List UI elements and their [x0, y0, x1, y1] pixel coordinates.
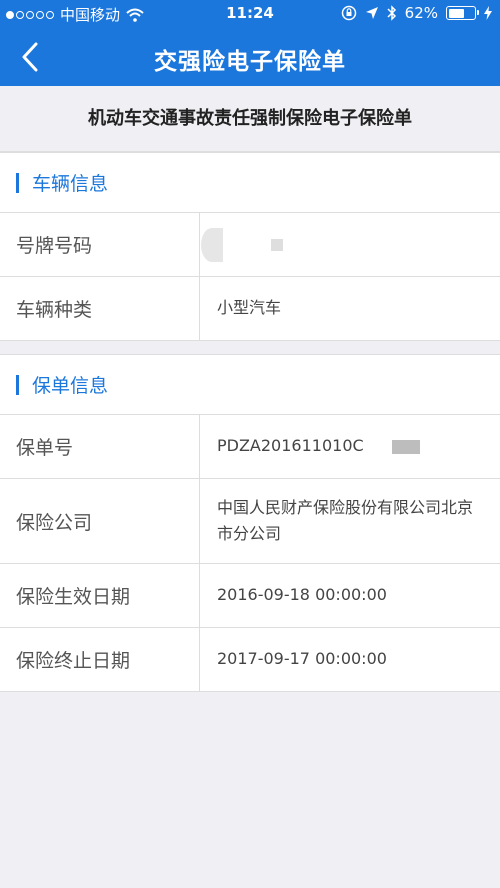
field-label: 号牌号码 — [0, 213, 200, 276]
page-title: 交强险电子保险单 — [154, 49, 346, 75]
field-label: 保单号 — [0, 415, 200, 478]
navigation-bar: 交强险电子保险单 — [0, 28, 500, 86]
section-accent-bar — [16, 173, 19, 193]
document-title: 机动车交通事故责任强制保险电子保险单 — [0, 86, 500, 152]
section-header-policy: 保单信息 — [0, 355, 500, 415]
field-value: 2017-09-17 00:00:00 — [217, 649, 387, 669]
table-row: 保险生效日期 2016-09-18 00:00:00 — [0, 564, 500, 628]
status-bar: 中国移动 11:24 62% — [0, 0, 500, 28]
location-arrow-icon — [365, 7, 378, 19]
field-value: 中国人民财产保险股份有限公司北京市分公司 — [217, 497, 474, 543]
field-value: 2016-09-18 00:00:00 — [217, 585, 387, 605]
rotation-lock-icon — [341, 5, 356, 21]
field-value: 小型汽车 — [217, 298, 282, 318]
redaction-blur — [201, 227, 223, 262]
section-header-vehicle: 车辆信息 — [0, 153, 500, 213]
redaction-blur — [391, 439, 420, 454]
section-title-policy: 保单信息 — [32, 375, 109, 397]
vehicle-info-card: 车辆信息 号牌号码 车辆种类 小型汽车 — [0, 152, 500, 341]
table-row: 保险终止日期 2017-09-17 00:00:00 — [0, 628, 500, 691]
table-row: 车辆种类 小型汽车 — [0, 277, 500, 340]
field-label: 保险终止日期 — [0, 628, 200, 691]
battery-percent: 62% — [404, 4, 438, 22]
field-label: 保险公司 — [0, 479, 200, 563]
status-icons: 62% — [341, 4, 492, 22]
bluetooth-icon — [387, 5, 396, 21]
table-row: 保险公司 中国人民财产保险股份有限公司北京市分公司 — [0, 479, 500, 564]
field-value-policy-number: PDZA201611010C — [200, 415, 500, 478]
policy-info-card: 保单信息 保单号 PDZA201611010C 保险公司 中国人民财产保险股份有… — [0, 354, 500, 692]
field-label: 保险生效日期 — [0, 564, 200, 627]
charging-bolt-icon — [484, 6, 492, 20]
policy-number-value: PDZA201611010C — [217, 436, 364, 456]
section-title-vehicle: 车辆信息 — [32, 173, 109, 195]
table-row: 保单号 PDZA201611010C — [0, 415, 500, 479]
battery-level — [448, 8, 464, 18]
app-header: 中国移动 11:24 62% 交强险电子保险单 — [0, 0, 500, 86]
section-accent-bar — [16, 375, 19, 395]
redaction-blur — [271, 238, 283, 251]
field-value-plate — [200, 213, 500, 276]
field-label: 车辆种类 — [0, 277, 200, 340]
battery-icon — [446, 6, 479, 20]
table-row: 号牌号码 — [0, 213, 500, 277]
